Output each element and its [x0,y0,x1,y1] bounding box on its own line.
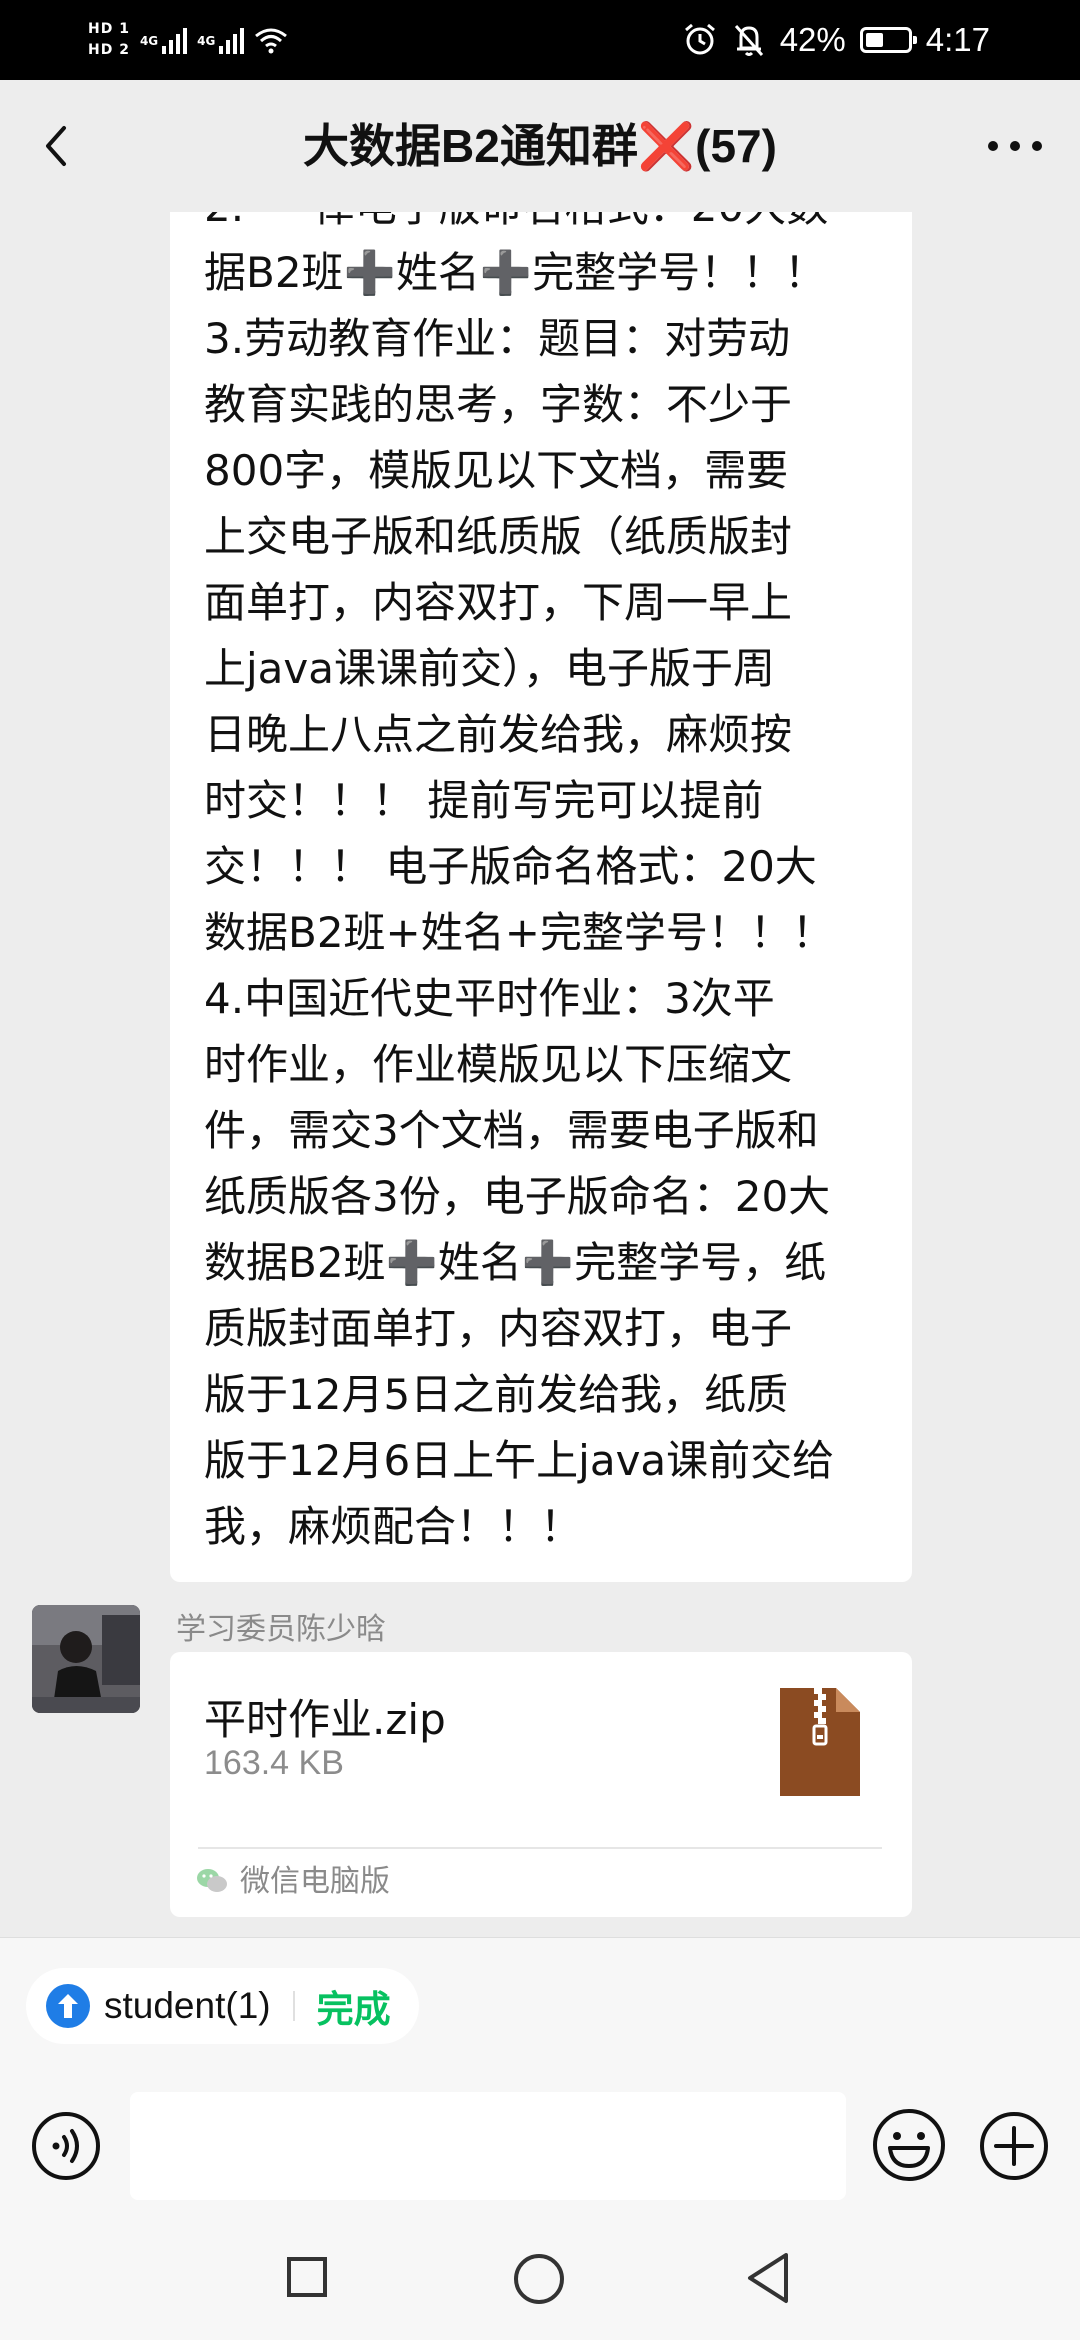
quick-action-bar: student(1) 完成 [0,1937,1080,2083]
group-name: 大数据B2通知群 [303,120,638,172]
avatar[interactable] [32,1605,140,1713]
text-message-bubble[interactable]: 2. 一律电子版命名格式：20大数 据B2班➕姓名➕完整学号！！！ 3.劳动教育… [170,212,912,1582]
chat-header: 大数据B2通知群❌(57) [0,80,1080,212]
alarm-icon [684,23,715,55]
sim2-label: HD 2 [88,42,130,58]
signal-bars-1-icon [162,26,188,54]
chip-separator [292,1991,295,2021]
chat-messages-area[interactable]: 2. 一律电子版命名格式：20大数 据B2班➕姓名➕完整学号！！！ 3.劳动教育… [0,212,1080,1937]
status-bar: HD 1 HD 2 4G 4G 42% 4:17 [0,0,1080,80]
student-chip-icon [46,1984,90,2028]
input-bar [0,2082,1080,2208]
student-chip[interactable]: student(1) 完成 [26,1968,419,2044]
member-count: (57) [695,120,777,172]
file-message-card[interactable]: 平时作业.zip 163.4 KB 微信电脑版 [170,1652,912,1917]
student-chip-label: student(1) [104,1985,271,2026]
status-bar-right: 42% 4:17 [682,0,990,80]
file-card-divider [198,1847,882,1849]
file-size: 163.4 KB [204,1744,344,1782]
clock: 4:17 [925,21,990,58]
file-name: 平时作业.zip [204,1695,446,1744]
battery-level [865,33,883,47]
battery-percent: 42% [779,21,846,58]
wifi-icon [255,28,288,54]
wechat-icon [197,1869,227,1892]
signal-bars-2-icon [219,26,245,54]
network-type-1: 4G [139,34,159,48]
mute-bell-icon [734,24,763,57]
square-icon[interactable] [286,2256,328,2298]
system-nav-bar [0,2208,1080,2340]
voice-icon[interactable] [30,2110,102,2182]
sim-indicators: HD 1 HD 2 [88,21,130,59]
more-options-icon[interactable] [980,126,1050,166]
message-input[interactable] [130,2092,846,2200]
sender-name: 学习委员陈少晗 [176,1612,386,1647]
chat-title: 大数据B2通知群❌(57) [0,116,1080,176]
title-cross-mark: ❌ [637,120,696,172]
zip-file-icon [780,1688,860,1796]
circle-icon[interactable] [512,2252,566,2306]
emoji-icon[interactable] [870,2106,948,2184]
done-button[interactable]: 完成 [317,1979,391,2033]
battery-icon [859,27,917,53]
triangle-back-icon[interactable] [744,2250,792,2306]
network-type-2: 4G [197,34,216,48]
signal-2: 4G [197,26,245,54]
plus-icon[interactable] [978,2110,1050,2182]
file-source-label: 微信电脑版 [240,1864,390,1899]
signal-1: 4G [139,26,188,54]
message-text: 2. 一律电子版命名格式：20大数 据B2班➕姓名➕完整学号！！！ 3.劳动教育… [204,212,835,1551]
sim1-label: HD 1 [88,21,130,37]
avatar-photo [32,1605,140,1713]
status-bar-left: HD 1 HD 2 4G 4G [88,10,288,70]
